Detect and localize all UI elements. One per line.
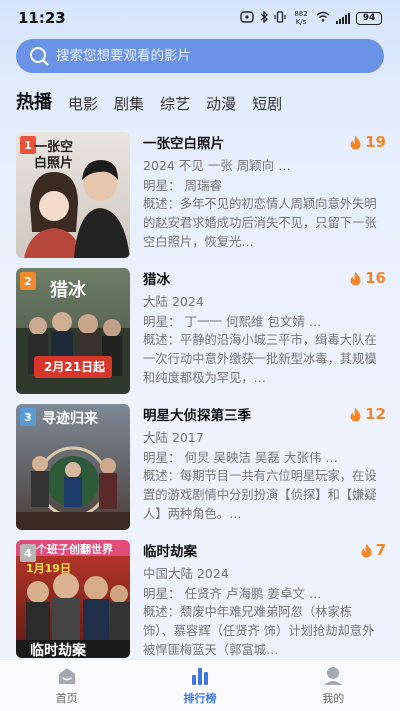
- heat-value: 19: [365, 133, 386, 151]
- rank-badge: 2: [20, 272, 36, 290]
- tab-variety[interactable]: 综艺: [160, 93, 190, 118]
- heat-indicator: 19: [349, 133, 386, 151]
- fire-icon: [350, 407, 361, 421]
- fire-icon: [350, 135, 361, 149]
- home-icon: [58, 668, 75, 684]
- heat-indicator: 7: [360, 541, 386, 559]
- poster-tagline: 个班子创翻世界: [36, 543, 113, 556]
- list-item[interactable]: 3 寻迹归来 明星大侦探第三季 12 大陆 2017 明星： 何炅 吴映洁 吴磊…: [0, 400, 400, 536]
- bluetooth-icon: [260, 9, 268, 26]
- tab-hot[interactable]: 热播: [16, 88, 52, 118]
- nav-label: 首页: [55, 692, 78, 705]
- poster-title: 一张空白照片: [34, 140, 74, 171]
- nav-label: 我的: [322, 692, 345, 705]
- poster-title: 猎冰: [50, 280, 86, 301]
- heat-value: 16: [365, 269, 386, 287]
- item-meta: 大陆 2024: [143, 294, 204, 309]
- search-bar[interactable]: [16, 39, 384, 73]
- item-cast: 明星： 周瑞睿: [143, 178, 222, 193]
- item-info: 一张空白照片 19 2024 不见 一张 周颖向 … 明星： 周瑞睿 概述：多年…: [143, 132, 386, 252]
- poster-image[interactable]: 2 猎冰 2月21日起: [16, 268, 130, 394]
- item-meta: 中国大陆 2024: [143, 566, 229, 581]
- tab-movies[interactable]: 电影: [68, 93, 98, 118]
- search-icon: [30, 47, 49, 66]
- poster-image[interactable]: 3 寻迹归来: [16, 404, 130, 530]
- item-info: 猎冰 16 大陆 2024 明星： 丁一一 何熙维 包文婧 … 概述：平静的沿海…: [143, 268, 386, 388]
- poster-date: 2月21日起: [44, 360, 106, 374]
- item-title[interactable]: 临时劫案: [143, 540, 197, 560]
- poster-image[interactable]: 1 一张空白照片: [16, 132, 130, 258]
- item-meta: 大陆 2017: [143, 430, 204, 445]
- item-description: 概述：颓废中年难兄难弟阿忽（林家栋 饰）、慕容辉（任贤齐 饰）计划抢劫却意外被悍…: [143, 605, 375, 657]
- category-tabs: 热播 电影 剧集 综艺 动漫 短剧: [16, 88, 298, 118]
- item-cast: 明星： 何炅 吴映洁 吴磊 大张伟 …: [143, 450, 338, 465]
- tab-series[interactable]: 剧集: [114, 93, 144, 118]
- item-info: 临时劫案 7 中国大陆 2024 明星： 任贤齐 卢海鹏 姜卓文 … 概述：颓废…: [143, 540, 386, 660]
- heat-value: 12: [365, 405, 386, 423]
- rank-badge: 3: [20, 408, 36, 426]
- heat-indicator: 12: [349, 405, 386, 423]
- heat-indicator: 16: [349, 269, 386, 287]
- search-input[interactable]: [56, 39, 384, 73]
- bottom-nav: 首页 排行榜 我的: [0, 659, 400, 711]
- status-icons: 882 K/s 94: [240, 9, 382, 26]
- heat-value: 7: [375, 541, 386, 559]
- status-time: 11:23: [18, 9, 66, 27]
- tab-short-drama[interactable]: 短剧: [252, 93, 282, 118]
- list-item[interactable]: 4 个班子创翻世界 1月19日 临时劫案 临时劫案 7 中国大陆 2024 明星…: [0, 536, 400, 672]
- tab-anime[interactable]: 动漫: [206, 93, 236, 118]
- list-item[interactable]: 1 一张空白照片 一张空白照片 19 2024 不见 一张 周颖向 … 明星： …: [0, 128, 400, 264]
- poster-image[interactable]: 4 个班子创翻世界 1月19日 临时劫案: [16, 540, 130, 658]
- profile-icon: [324, 667, 343, 685]
- ranking-icon: [191, 668, 208, 685]
- item-title[interactable]: 明星大侦探第三季: [143, 404, 251, 424]
- poster-title: 寻迹归来: [42, 411, 98, 427]
- network-speed: 882 K/s: [294, 10, 308, 26]
- item-title[interactable]: 一张空白照片: [143, 132, 224, 152]
- nav-profile[interactable]: 我的: [283, 665, 383, 706]
- item-info: 明星大侦探第三季 12 大陆 2017 明星： 何炅 吴映洁 吴磊 大张伟 … …: [143, 404, 386, 524]
- fire-icon: [361, 543, 372, 557]
- status-bar: 11:23 882 K/s 94: [0, 0, 400, 36]
- item-description: 概述：多年不见的初恋情人周颖向意外失明的赵安君求婚成功后消失不见，只留下一张空白…: [143, 197, 377, 249]
- nfc-icon: [240, 10, 254, 26]
- signal-icon: [336, 12, 350, 24]
- nav-label: 排行榜: [183, 692, 217, 705]
- item-title[interactable]: 猎冰: [143, 268, 170, 288]
- item-description: 概述：每期节目一共有六位明星玩家，在设置的游戏剧情中分别扮演【侦探】和【嫌疑人】…: [143, 469, 377, 521]
- battery-icon: 94: [356, 11, 382, 25]
- poster-title: 临时劫案: [30, 643, 86, 658]
- fire-icon: [350, 271, 361, 285]
- item-description: 概述：平静的沿海小城三平市，缉毒大队在一次行动中意外缴获一批新型冰毒，其规模和纯…: [143, 333, 377, 385]
- item-cast: 明星： 丁一一 何熙维 包文婧 …: [143, 314, 322, 329]
- vibrate-icon: [274, 10, 286, 26]
- list-item[interactable]: 2 猎冰 2月21日起 猎冰 16 大陆 2024 明星： 丁一一 何熙维 包文…: [0, 264, 400, 400]
- wifi-icon: [316, 11, 330, 25]
- item-meta: 2024 不见 一张 周颖向 …: [143, 158, 291, 173]
- ranking-list: 1 一张空白照片 一张空白照片 19 2024 不见 一张 周颖向 … 明星： …: [0, 128, 400, 672]
- item-cast: 明星： 任贤齐 卢海鹏 姜卓文 …: [143, 586, 322, 601]
- poster-date: 1月19日: [26, 562, 71, 575]
- nav-ranking[interactable]: 排行榜: [150, 665, 250, 706]
- nav-home[interactable]: 首页: [17, 665, 117, 706]
